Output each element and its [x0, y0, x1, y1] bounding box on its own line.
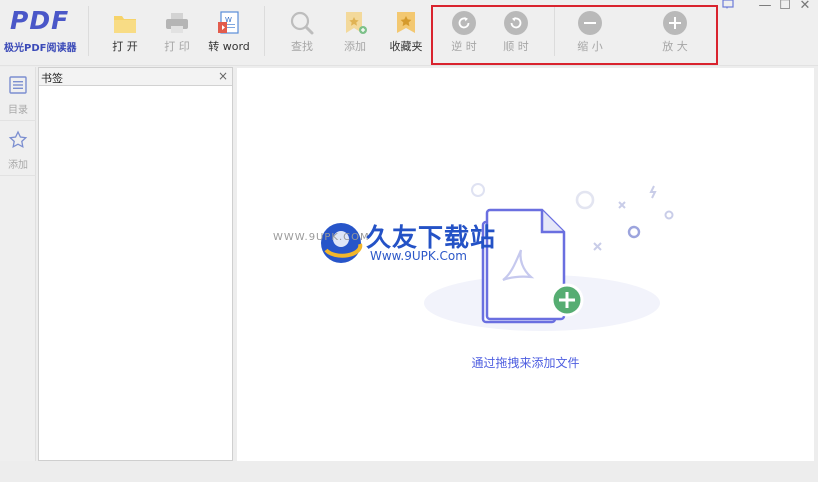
rail-toc-label: 目录: [8, 105, 28, 116]
highlight-annotation-box: [431, 5, 718, 65]
print-label: 打 印: [164, 40, 190, 53]
list-icon: [9, 76, 27, 94]
find-label: 查找: [291, 40, 313, 53]
printer-icon: [166, 13, 188, 33]
bookmark-panel-title: 书签: [41, 72, 63, 85]
star-icon: [8, 130, 28, 149]
logo-text: 极光PDF阅读器: [4, 43, 77, 54]
toolbar: PDF 极光PDF阅读器 打 开 打 印 W 转 word 查找 添加 收藏夹 …: [0, 0, 818, 66]
toolbar-divider: [88, 6, 89, 56]
app-window: PDF 极光PDF阅读器 打 开 打 印 W 转 word 查找 添加 收藏夹 …: [0, 0, 818, 482]
decor-cross: [618, 201, 626, 209]
watermark-url: Www.9UPK.Com: [370, 249, 467, 263]
favorites-button[interactable]: 收藏夹: [378, 6, 434, 58]
maximize-button[interactable]: ☐: [777, 0, 793, 13]
to-word-label: 转 word: [208, 40, 250, 53]
close-window-button[interactable]: ✕: [797, 0, 813, 13]
rail-item-add[interactable]: 添加: [0, 122, 36, 176]
bookmark-panel-header: 书签 ×: [39, 68, 232, 86]
decor-circle: [575, 190, 595, 210]
app-logo: PDF 极光PDF阅读器: [4, 4, 86, 60]
bookmark-add-icon: [346, 12, 367, 34]
find-button[interactable]: 查找: [274, 6, 330, 58]
add-label: 添加: [344, 40, 366, 53]
bookmark-panel-close-button[interactable]: ×: [218, 69, 228, 83]
add-bookmark-button[interactable]: 添加: [327, 6, 383, 58]
print-button[interactable]: 打 印: [149, 6, 205, 58]
rail-item-toc[interactable]: 目录: [0, 67, 36, 121]
search-icon: [290, 11, 314, 35]
feedback-icon[interactable]: [722, 0, 734, 10]
decor-cross: [593, 242, 602, 251]
word-convert-icon: W: [218, 11, 239, 34]
drop-hint[interactable]: 通过拖拽来添加文件: [237, 354, 814, 371]
favorites-icon: [397, 12, 415, 33]
open-label: 打 开: [112, 40, 138, 53]
side-rail: 目录 添加: [0, 67, 36, 461]
folder-icon: [114, 16, 136, 33]
decor-circle: [627, 225, 641, 239]
minimize-button[interactable]: —: [757, 0, 773, 13]
rail-add-label: 添加: [8, 160, 28, 171]
watermark-url-left: WWW.9UPK.COM: [273, 232, 370, 243]
decor-circle: [471, 183, 485, 197]
decor-bolt: [649, 185, 657, 199]
toolbar-divider: [264, 6, 265, 56]
open-button[interactable]: 打 开: [97, 6, 153, 58]
decor-circle: [664, 210, 674, 220]
bookmark-panel: 书签 ×: [38, 67, 233, 461]
watermark-logo-icon: [321, 223, 363, 263]
to-word-button[interactable]: W 转 word: [201, 6, 257, 58]
logo-mark: PDF: [10, 6, 70, 35]
favorites-label: 收藏夹: [389, 40, 423, 53]
